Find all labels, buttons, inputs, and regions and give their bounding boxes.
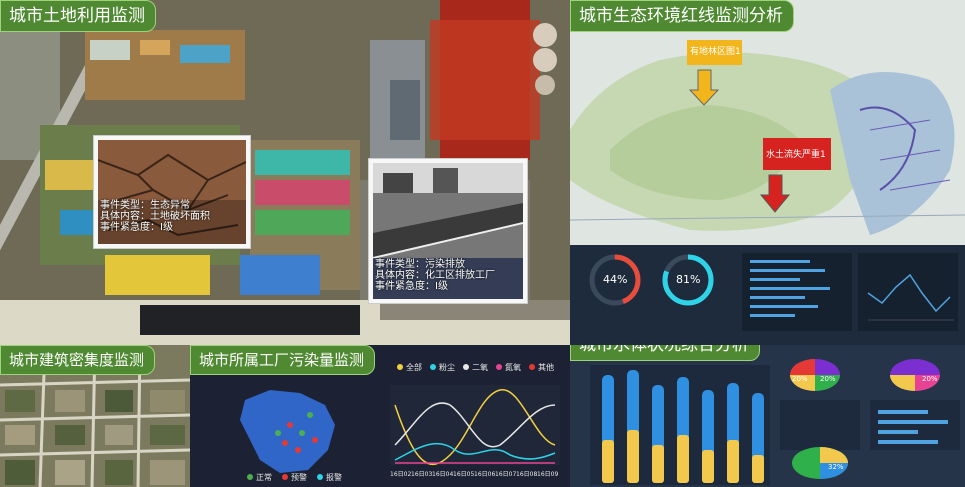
map-legend-item: 正常 [256,473,272,482]
pie-label: 20% [820,375,836,383]
china-map-shape [240,390,335,473]
x-axis-label: 16日07 [495,471,516,478]
eco-map [570,0,965,245]
marker2-label: 水土流失严重1 [766,150,826,160]
land-use-title: 城市土地利用监测 [0,0,156,32]
event-card-drought[interactable]: 事件类型：生态异常 具体内容：土地破坏面积 事件紧急度：I级 [93,135,251,249]
event2-content: 具体内容：化工区排放工厂 [375,270,495,281]
x-axis-label: 16日08 [516,471,537,478]
stats-dashboard: 44% 81% [570,245,965,345]
factory-panel: 全部 粉尘 二氧 氮氧 其他 正常 预警 报警 16日02 16日03 16日0… [190,345,570,487]
density-panel: 城市建筑密集度监测 [0,345,190,487]
eco-redline-title: 城市生态环境红线监测分析 [570,0,794,32]
water-title: 城市水体状况综合分析 [570,345,760,361]
x-axis-label: 16日09 [537,471,558,478]
x-axis-label: 16日03 [411,471,432,478]
map-legend-item: 预警 [291,472,307,482]
gauge1-value: 44% [603,273,628,286]
water-panel: 20% 20% 20% 32% 城市水体状况综合分析 [570,345,965,487]
x-axis-label: 16日04 [432,471,453,478]
legend-item: 氮氧 [505,362,521,372]
marker1-label: 有地林区图1 [690,47,741,57]
density-title: 城市建筑密集度监测 [0,345,156,375]
legend-item: 粉尘 [439,362,455,372]
pie-label: 32% [828,463,844,471]
legend-item: 其他 [538,362,554,372]
legend-item: 二氧 [472,362,488,372]
event1-level: 事件紧急度：I级 [100,222,173,233]
x-axis-label: 16日06 [474,471,495,478]
gauge2-value: 81% [676,273,701,286]
x-axis-label: 16日05 [453,471,474,478]
event-card-pollution[interactable]: 事件类型：污染排放 具体内容：化工区排放工厂 事件紧急度：I级 [368,158,528,304]
map-legend-item: 报警 [326,472,342,482]
pie-label: 20% [922,375,938,383]
pie-label: 20% [792,375,808,383]
event2-level: 事件紧急度：I级 [375,281,448,292]
water-graphics: 20% 20% 20% 32% [590,359,960,485]
eco-redline-panel: 城市生态环境红线监测分析 有地林区图1 水土流失严重1 [570,0,965,245]
event2-type: 事件类型：污染排放 [375,259,465,270]
event1-type: 事件类型：生态异常 [100,200,190,211]
stats-graphics [589,253,958,331]
event1-content: 具体内容：土地破坏面积 [100,211,210,222]
legend-item: 全部 [406,362,422,372]
land-use-panel: 城市土地利用监测 事件类型：生态异常 具体内容：土地破坏面积 事件紧急度：I级 … [0,0,570,345]
x-axis-label: 16日02 [390,471,411,478]
factory-title: 城市所属工厂污染量监测 [190,345,376,375]
